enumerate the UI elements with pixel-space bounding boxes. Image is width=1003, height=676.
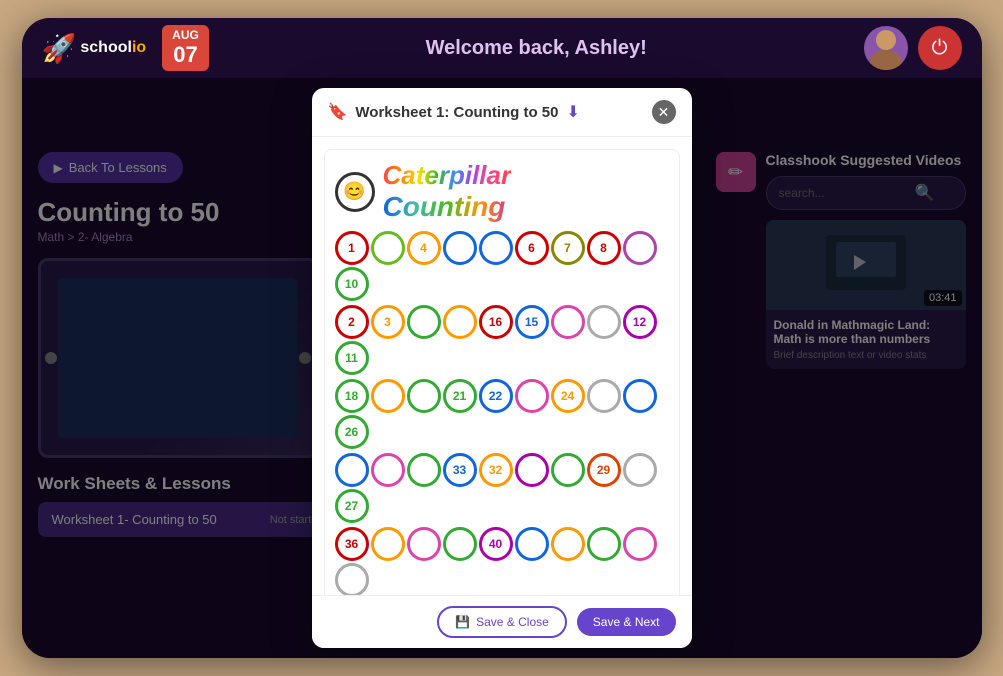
number-circle: 12 xyxy=(623,305,657,339)
modal-header: 🔖 Worksheet 1: Counting to 50 ⬇ ✕ xyxy=(312,88,692,137)
circle-row: 36 40 xyxy=(335,527,669,595)
empty-circle xyxy=(443,231,477,265)
save-close-button[interactable]: 💾 Save & Close xyxy=(437,606,567,638)
empty-circle xyxy=(407,453,441,487)
modal-body: 😊 Caterpillar Counting 1 4 678 10 23 1615 12 11… xyxy=(312,137,692,595)
number-circle: 6 xyxy=(515,231,549,265)
circle-row: 3332 29 27 xyxy=(335,453,669,523)
empty-circle xyxy=(371,527,405,561)
download-icon[interactable]: ⬇ xyxy=(567,102,580,122)
main-area: ▶ Back To Lessons Counting to 50 Math > … xyxy=(22,78,982,658)
number-circle: 36 xyxy=(335,527,369,561)
number-circle: 7 xyxy=(551,231,585,265)
empty-circle xyxy=(407,527,441,561)
number-circle: 2 xyxy=(335,305,369,339)
modal: 🔖 Worksheet 1: Counting to 50 ⬇ ✕ 😊 Cate… xyxy=(312,88,692,648)
empty-circle xyxy=(551,453,585,487)
logo-rocket-icon: 🚀 xyxy=(42,32,77,65)
empty-circle xyxy=(479,231,513,265)
empty-circle xyxy=(587,527,621,561)
empty-circle xyxy=(371,231,405,265)
number-circle: 21 xyxy=(443,379,477,413)
tablet-frame: 🚀 schoolio AUG 07 Welcome back, Ashley! … xyxy=(22,18,982,658)
number-circle: 8 xyxy=(587,231,621,265)
empty-circle xyxy=(551,527,585,561)
worksheet-content: 😊 Caterpillar Counting 1 4 678 10 23 1615 12 11… xyxy=(324,149,680,595)
top-bar: 🚀 schoolio AUG 07 Welcome back, Ashley! … xyxy=(22,18,982,78)
number-circle: 4 xyxy=(407,231,441,265)
empty-circle xyxy=(623,527,657,561)
save-next-button[interactable]: Save & Next xyxy=(577,608,676,636)
modal-overlay: 🔖 Worksheet 1: Counting to 50 ⬇ ✕ 😊 Cate… xyxy=(22,78,982,658)
number-circle: 10 xyxy=(335,267,369,301)
empty-circle xyxy=(587,305,621,339)
empty-circle xyxy=(335,453,369,487)
number-circle: 18 xyxy=(335,379,369,413)
empty-circle xyxy=(623,379,657,413)
avatar xyxy=(864,26,908,70)
empty-circle xyxy=(623,453,657,487)
number-circle: 22 xyxy=(479,379,513,413)
date-badge: AUG 07 xyxy=(162,25,209,70)
number-circle: 27 xyxy=(335,489,369,523)
number-circle: 40 xyxy=(479,527,513,561)
empty-circle xyxy=(623,231,657,265)
bookmark-icon: 🔖 xyxy=(328,102,348,122)
number-circle: 24 xyxy=(551,379,585,413)
circle-row: 18 2122 24 26 xyxy=(335,379,669,449)
empty-circle xyxy=(335,563,369,595)
number-circle: 1 xyxy=(335,231,369,265)
modal-title: Worksheet 1: Counting to 50 xyxy=(355,104,558,121)
empty-circle xyxy=(371,453,405,487)
power-button[interactable]: ⏻ xyxy=(918,26,962,70)
circles-grid: 1467810231615121118212224263332292736405… xyxy=(335,231,669,595)
date-day: 07 xyxy=(172,43,199,67)
empty-circle xyxy=(551,305,585,339)
modal-close-button[interactable]: ✕ xyxy=(652,100,676,124)
welcome-text: Welcome back, Ashley! xyxy=(209,37,864,60)
empty-circle xyxy=(587,379,621,413)
number-circle: 32 xyxy=(479,453,513,487)
caterpillar-title-text: Caterpillar Counting xyxy=(383,160,512,223)
circle-row: 23 1615 12 11 xyxy=(335,305,669,375)
empty-circle xyxy=(407,305,441,339)
number-circle: 15 xyxy=(515,305,549,339)
number-circle: 11 xyxy=(335,341,369,375)
modal-footer: 💾 Save & Close Save & Next xyxy=(312,595,692,648)
circle-row: 1 4 678 10 xyxy=(335,231,669,301)
empty-circle xyxy=(515,379,549,413)
caterpillar-face: 😊 xyxy=(335,172,375,212)
number-circle: 3 xyxy=(371,305,405,339)
empty-circle xyxy=(443,527,477,561)
empty-circle xyxy=(443,305,477,339)
number-circle: 29 xyxy=(587,453,621,487)
empty-circle xyxy=(515,453,549,487)
logo-text: schoolio xyxy=(80,39,146,57)
number-circle: 33 xyxy=(443,453,477,487)
save-close-label: Save & Close xyxy=(476,615,549,629)
save-icon: 💾 xyxy=(455,615,470,629)
number-circle: 26 xyxy=(335,415,369,449)
empty-circle xyxy=(515,527,549,561)
caterpillar-header: 😊 Caterpillar Counting xyxy=(335,160,669,223)
number-circle: 16 xyxy=(479,305,513,339)
caterpillar-word1: Caterpillar xyxy=(383,160,512,191)
empty-circle xyxy=(407,379,441,413)
date-month: AUG xyxy=(172,29,199,42)
caterpillar-word2: Counting xyxy=(383,191,512,223)
empty-circle xyxy=(371,379,405,413)
logo: 🚀 schoolio xyxy=(42,32,147,65)
modal-title-area: 🔖 Worksheet 1: Counting to 50 ⬇ xyxy=(328,102,580,122)
